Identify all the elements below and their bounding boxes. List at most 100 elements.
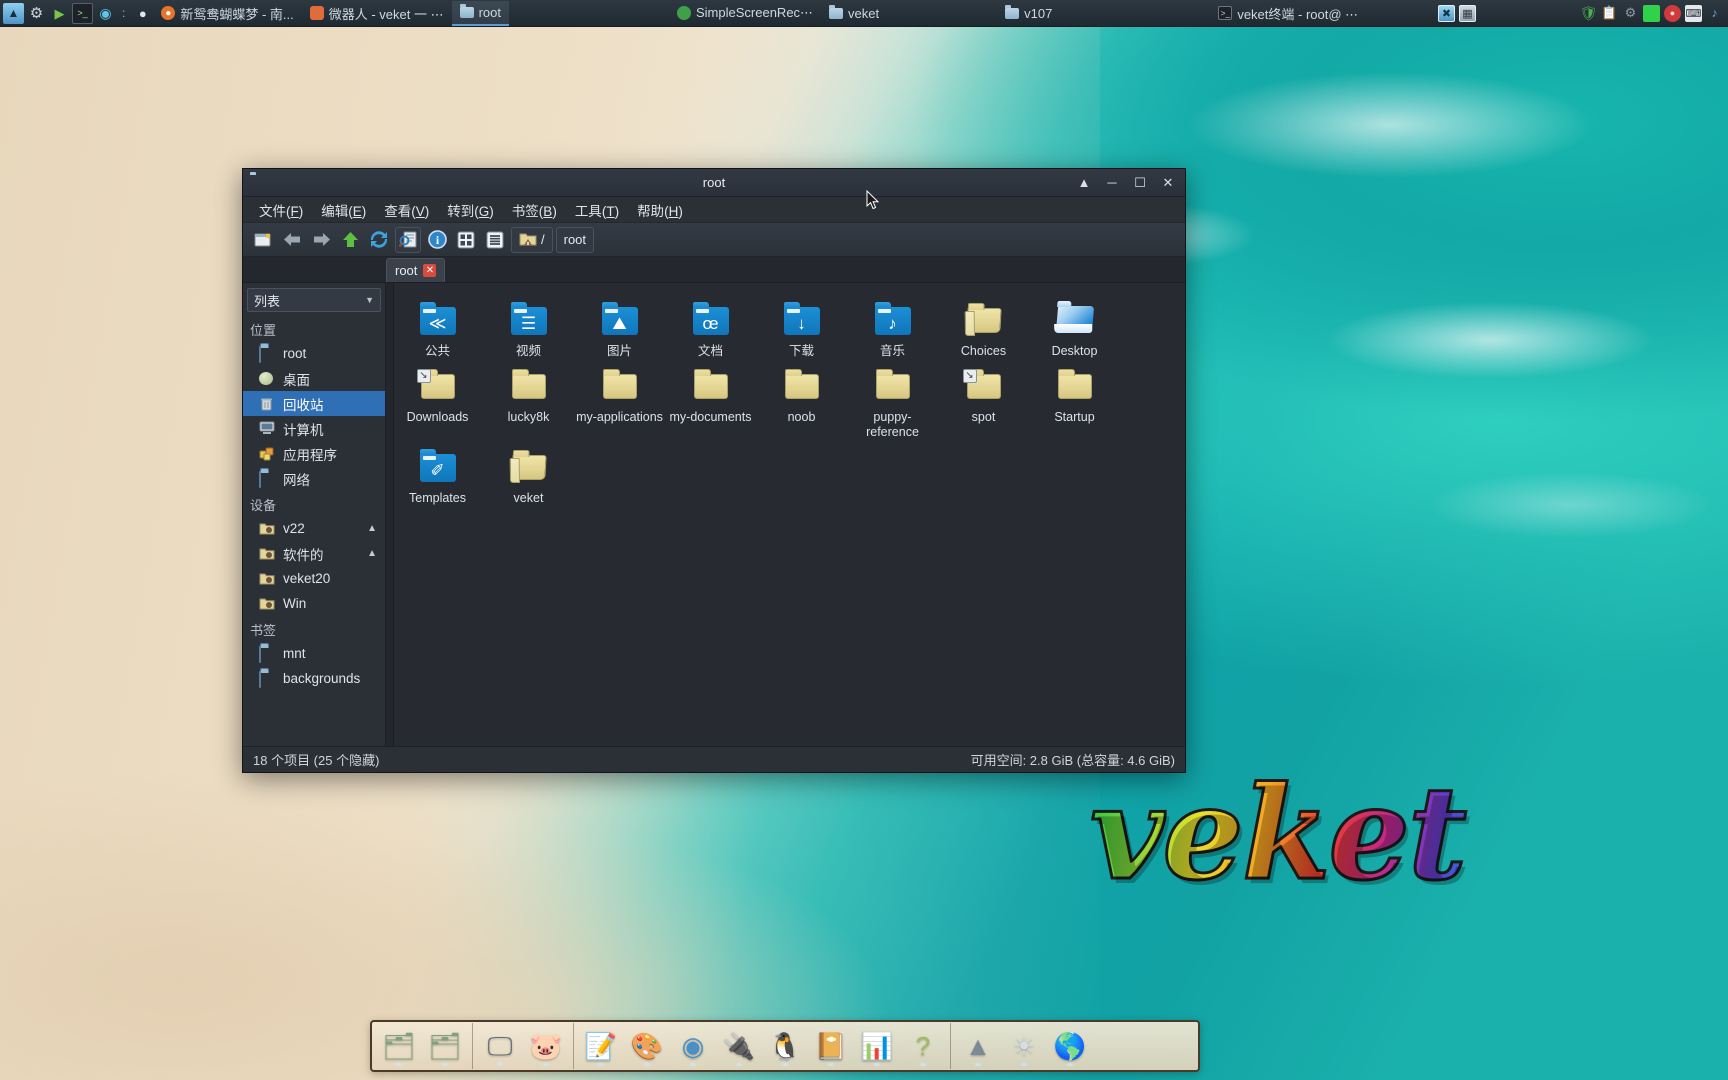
file-item[interactable]: my-documents bbox=[665, 359, 756, 440]
help-icon[interactable]: ? bbox=[900, 1023, 946, 1069]
text-editor-icon[interactable]: 📝 bbox=[578, 1023, 624, 1069]
location-root-button[interactable]: root bbox=[555, 226, 595, 253]
drive-folder-icon bbox=[259, 596, 276, 611]
notebook-icon[interactable]: 📔 bbox=[808, 1023, 854, 1069]
sidebar-item-desktop[interactable]: 桌面 bbox=[243, 366, 385, 391]
file-item[interactable]: lucky8k bbox=[483, 359, 574, 440]
properties-button[interactable]: i bbox=[424, 227, 450, 253]
sidebar-item-network[interactable]: 网络 bbox=[243, 466, 385, 491]
file-pane[interactable]: ≪ 公共 ☰ 视频 ⛰ 图片 œ 文档 ↓ 下载 ♪ 音乐 Choices Desktop ↘ Downloa… bbox=[386, 283, 1185, 746]
network-icon[interactable]: ⚙ bbox=[1622, 5, 1639, 22]
settings-gear-icon[interactable]: ⚙ bbox=[26, 3, 47, 24]
file-item[interactable]: ↓ 下载 bbox=[756, 293, 847, 359]
file-item[interactable]: ♪ 音乐 bbox=[847, 293, 938, 359]
file-manager-window[interactable]: root ▲ ─ ☐ ✕ 文件(F) 编辑(E) 查看(V) 转到(G) 书签(… bbox=[242, 168, 1186, 773]
office-suite-icon[interactable]: 📊 bbox=[854, 1023, 900, 1069]
sidebar-item-label: 桌面 bbox=[283, 372, 310, 388]
file-item[interactable]: ↘ Downloads bbox=[392, 359, 483, 440]
taskbar-task[interactable]: v107 bbox=[997, 1, 1060, 26]
display-icon[interactable]: ✖ bbox=[1438, 4, 1455, 22]
opera-icon[interactable]: ● bbox=[132, 3, 153, 24]
menu-view[interactable]: 查看(V) bbox=[376, 197, 437, 223]
file-item[interactable]: ⛰ 图片 bbox=[574, 293, 665, 359]
taskbar-task[interactable]: ● 新鸳鸯蝴蝶梦 - 南... bbox=[153, 1, 301, 26]
sidebar-item-veket20[interactable]: veket20 bbox=[243, 566, 385, 591]
desktop[interactable]: ▲ ⚙ ▶ >_ ◉ : ● ● 新鸳鸯蝴蝶梦 - 南... 微器人 - vek… bbox=[0, 0, 1728, 1080]
pig-mascot-icon[interactable]: 🐷 bbox=[523, 1023, 569, 1069]
browser-globe-icon[interactable]: ◉ bbox=[95, 3, 116, 24]
menu-edit[interactable]: 编辑(E) bbox=[313, 197, 374, 223]
brightness-icon[interactable]: ☀ bbox=[1001, 1023, 1047, 1069]
forward-button[interactable] bbox=[308, 227, 334, 253]
close-icon[interactable]: ✕ bbox=[423, 264, 437, 277]
refresh-button[interactable] bbox=[366, 227, 392, 253]
paint-palette-icon[interactable]: 🎨 bbox=[624, 1023, 670, 1069]
terminal-icon[interactable]: >_ bbox=[72, 2, 93, 24]
eject-icon[interactable]: ▲ bbox=[367, 548, 377, 559]
back-button[interactable] bbox=[279, 227, 305, 253]
taskbar-task[interactable]: veket bbox=[821, 1, 887, 26]
sidebar-item-v22[interactable]: v22 ▲ bbox=[243, 516, 385, 541]
keyboard-icon[interactable]: ⌨ bbox=[1685, 4, 1702, 22]
taskbar-task-root[interactable]: root bbox=[451, 0, 509, 26]
find-button[interactable] bbox=[395, 226, 421, 253]
volume-icon[interactable]: ♪ bbox=[1706, 5, 1723, 22]
file-item[interactable]: Choices bbox=[938, 293, 1029, 359]
minimize-button[interactable]: ─ bbox=[1099, 172, 1125, 194]
file-item[interactable]: ≪ 公共 bbox=[392, 293, 483, 359]
file-item[interactable]: œ 文档 bbox=[665, 293, 756, 359]
clipboard-icon[interactable]: 📋 bbox=[1601, 5, 1618, 22]
file-item[interactable]: ✐ Templates bbox=[392, 440, 483, 506]
sidebar-item-applications[interactable]: 应用程序 bbox=[243, 441, 385, 466]
sidebar-item-computer[interactable]: 计算机 bbox=[243, 416, 385, 441]
menu-bookmarks[interactable]: 书签(B) bbox=[504, 197, 565, 223]
file-item[interactable]: Desktop bbox=[1029, 293, 1120, 359]
taskbar-task[interactable]: SimpleScreenRec⋯ bbox=[669, 1, 821, 26]
menu-go[interactable]: 转到(G) bbox=[439, 197, 502, 223]
file-item[interactable]: my-applications bbox=[574, 359, 665, 440]
network-tool-icon[interactable]: ▲ bbox=[955, 1023, 1001, 1069]
file-manager-icon[interactable]: ▦ bbox=[1459, 4, 1476, 22]
sidebar-item-win[interactable]: Win bbox=[243, 591, 385, 616]
shade-button[interactable]: ▲ bbox=[1071, 172, 1097, 194]
web-browser-icon[interactable]: 🌎 bbox=[1047, 1023, 1093, 1069]
taskbar-task[interactable]: 微器人 - veket 一 ⋯ bbox=[302, 1, 452, 26]
file-item[interactable]: ↘ spot bbox=[938, 359, 1029, 440]
menu-help[interactable]: 帮助(H) bbox=[629, 197, 691, 223]
list-view-button[interactable] bbox=[482, 227, 508, 253]
sidebar-item-software[interactable]: 软件的 ▲ bbox=[243, 541, 385, 566]
file-item[interactable]: veket bbox=[483, 440, 574, 506]
sidebar-item-trash[interactable]: 回收站 bbox=[243, 391, 385, 416]
path-root-button[interactable]: / bbox=[511, 226, 553, 253]
file-item[interactable]: Startup bbox=[1029, 359, 1120, 440]
sidebar-item-mnt[interactable]: mnt bbox=[243, 641, 385, 666]
close-button[interactable]: ✕ bbox=[1155, 172, 1181, 194]
view-mode-select[interactable]: 列表 ▼ bbox=[247, 288, 381, 312]
file-item[interactable]: puppy-reference bbox=[847, 359, 938, 440]
file-manager-icon[interactable]: 🗂 bbox=[376, 1023, 422, 1069]
tab-root[interactable]: root ✕ bbox=[386, 258, 446, 282]
eject-icon[interactable]: ▲ bbox=[367, 523, 377, 534]
window-titlebar[interactable]: root ▲ ─ ☐ ✕ bbox=[243, 169, 1185, 197]
menu-file[interactable]: 文件(F) bbox=[251, 197, 311, 223]
new-window-button[interactable] bbox=[250, 227, 276, 253]
shield-icon[interactable]: 🛡 bbox=[1580, 5, 1598, 22]
sidebar-item-root[interactable]: root bbox=[243, 341, 385, 366]
usb-device-icon[interactable]: 🔌 bbox=[716, 1023, 762, 1069]
system-monitor-icon[interactable]: ▲ bbox=[3, 2, 24, 24]
sidebar-item-backgrounds[interactable]: backgrounds bbox=[243, 666, 385, 691]
media-player-icon[interactable]: ◉ bbox=[670, 1023, 716, 1069]
file-manager-2-icon[interactable]: 🗂 bbox=[422, 1023, 468, 1069]
display-settings-icon[interactable]: 🖵 bbox=[477, 1023, 523, 1069]
taskbar-task[interactable]: >_ veket终端 - root@ ⋯ bbox=[1210, 1, 1366, 26]
icon-view-button[interactable] bbox=[453, 227, 479, 253]
linux-penguin-icon[interactable]: 🐧 bbox=[762, 1023, 808, 1069]
file-item[interactable]: ☰ 视频 bbox=[483, 293, 574, 359]
power-icon[interactable]: ● bbox=[1664, 4, 1681, 22]
media-play-icon[interactable]: ▶ bbox=[49, 3, 70, 24]
file-item[interactable]: noob bbox=[756, 359, 847, 440]
maximize-button[interactable]: ☐ bbox=[1127, 172, 1153, 194]
menu-tools[interactable]: 工具(T) bbox=[567, 197, 627, 223]
up-button[interactable] bbox=[337, 227, 363, 253]
green-square-icon[interactable] bbox=[1643, 4, 1660, 22]
